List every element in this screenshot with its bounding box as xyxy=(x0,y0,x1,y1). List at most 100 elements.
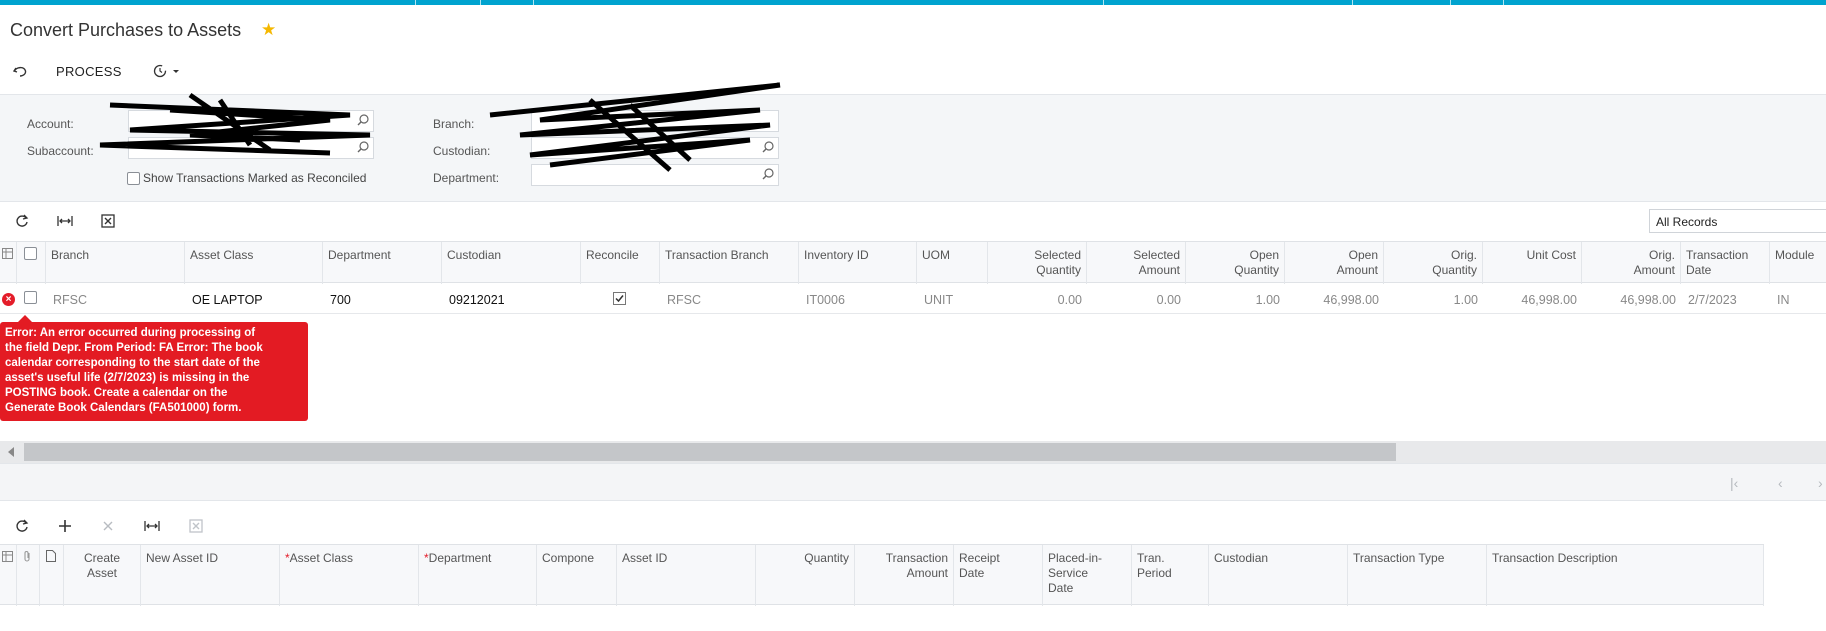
notes-header[interactable] xyxy=(40,545,64,606)
fit-to-screen-icon xyxy=(57,216,73,226)
col-detail-custodian[interactable]: Custodian xyxy=(1209,545,1348,606)
column-settings-icon xyxy=(2,248,13,259)
cell-reconcile[interactable] xyxy=(581,284,660,314)
col-open-amount[interactable]: Open Amount xyxy=(1285,242,1384,284)
col-open-quantity[interactable]: Open Quantity xyxy=(1186,242,1285,284)
cell-orig-quantity[interactable]: 1.00 xyxy=(1384,284,1483,314)
details-fit-columns-button[interactable] xyxy=(141,515,163,537)
col-create-asset-line2: Asset xyxy=(86,566,117,580)
cell-uom[interactable]: UNIT xyxy=(919,284,988,314)
col-unit-cost[interactable]: Unit Cost xyxy=(1483,242,1582,284)
add-row-button[interactable] xyxy=(54,515,76,537)
col-detail-asset-class[interactable]: *Asset Class xyxy=(280,545,419,606)
select-all-checkbox[interactable] xyxy=(24,247,37,260)
undo-icon xyxy=(12,66,27,77)
col-receipt-date[interactable]: Receipt Date xyxy=(954,545,1043,606)
nav-separator xyxy=(480,0,481,5)
col-inventory-id[interactable]: Inventory ID xyxy=(799,242,917,284)
cell-inventory-id[interactable]: IT0006 xyxy=(801,284,917,314)
cell-transaction-date[interactable]: 2/7/2023 xyxy=(1683,284,1770,314)
col-open-amount-line1: Open xyxy=(1348,248,1378,262)
next-page-icon[interactable]: › xyxy=(1818,475,1823,491)
col-transaction-branch[interactable]: Transaction Branch xyxy=(660,242,799,284)
cell-orig-amount[interactable]: 46,998.00 xyxy=(1582,284,1681,314)
col-orig-quantity[interactable]: Orig. Quantity xyxy=(1384,242,1483,284)
col-selected-amount-line1: Selected xyxy=(1133,248,1180,262)
details-row-selector-header[interactable] xyxy=(0,545,17,606)
col-reconcile[interactable]: Reconcile xyxy=(581,242,660,284)
scroll-left-icon[interactable] xyxy=(8,447,14,457)
nav-separator xyxy=(1450,0,1451,5)
col-orig-amount[interactable]: Orig. Amount xyxy=(1582,242,1681,284)
fit-to-screen-icon xyxy=(144,521,160,531)
col-custodian[interactable]: Custodian xyxy=(442,242,581,284)
col-selected-quantity[interactable]: Selected Quantity xyxy=(988,242,1087,284)
checkbox-checked-icon[interactable] xyxy=(613,292,626,305)
fit-columns-button[interactable] xyxy=(54,210,76,232)
cell-selected-amount[interactable]: 0.00 xyxy=(1087,284,1186,314)
grid-toolbar xyxy=(0,207,1826,235)
account-label: Account: xyxy=(27,117,74,131)
delete-row-button[interactable] xyxy=(97,515,119,537)
nav-separator xyxy=(415,0,416,5)
plus-icon xyxy=(59,520,71,532)
previous-page-icon[interactable]: ‹ xyxy=(1778,475,1783,491)
col-department[interactable]: Department xyxy=(323,242,442,284)
col-placed-in-service-date[interactable]: Placed-in- Service Date xyxy=(1043,545,1132,606)
horizontal-scrollbar[interactable] xyxy=(0,441,1826,463)
nav-separator xyxy=(1503,0,1504,5)
col-asset-id[interactable]: Asset ID xyxy=(617,545,756,606)
details-export-excel-button[interactable] xyxy=(185,515,207,537)
first-page-icon[interactable]: |‹ xyxy=(1730,475,1738,491)
col-transaction-description[interactable]: Transaction Description xyxy=(1487,545,1764,606)
refresh-button[interactable] xyxy=(11,210,33,232)
col-selected-amount-line2: Amount xyxy=(1138,263,1180,277)
error-tooltip: Error: An error occurred during processi… xyxy=(0,315,308,421)
col-component[interactable]: Compone xyxy=(537,545,617,606)
error-icon[interactable]: × xyxy=(2,293,15,306)
col-transaction-type[interactable]: Transaction Type xyxy=(1348,545,1487,606)
cell-branch[interactable]: RFSC xyxy=(48,284,185,314)
excel-icon xyxy=(101,214,115,228)
scrollbar-thumb[interactable] xyxy=(24,443,1396,461)
cell-department[interactable]: 700 xyxy=(325,284,442,314)
col-new-asset-id[interactable]: New Asset ID xyxy=(141,545,280,606)
col-detail-department[interactable]: *Department xyxy=(419,545,537,606)
col-transaction-amount[interactable]: Transaction Amount xyxy=(855,545,954,606)
cell-open-quantity[interactable]: 1.00 xyxy=(1186,284,1285,314)
page-title: Convert Purchases to Assets xyxy=(10,20,242,40)
cell-module[interactable]: IN xyxy=(1772,284,1826,314)
col-uom[interactable]: UOM xyxy=(917,242,988,284)
cell-custodian[interactable]: 09212021 xyxy=(444,284,581,314)
col-create-asset[interactable]: Create Asset xyxy=(64,545,141,606)
col-asset-class[interactable]: Asset Class xyxy=(185,242,323,284)
row-select-checkbox[interactable] xyxy=(24,291,37,304)
column-settings-icon xyxy=(2,551,13,562)
col-module[interactable]: Module xyxy=(1770,242,1826,284)
records-filter-dropdown[interactable]: All Records xyxy=(1649,209,1826,233)
col-quantity[interactable]: Quantity xyxy=(756,545,855,606)
col-tran-period[interactable]: Tran. Period xyxy=(1132,545,1209,606)
col-receipt-date-line1: Receipt xyxy=(959,551,1000,565)
table-row[interactable]: RFSC OE LAPTOP 700 09212021 RFSC IT0006 … xyxy=(0,284,1826,314)
details-refresh-button[interactable] xyxy=(11,515,33,537)
attachments-header[interactable] xyxy=(17,545,40,606)
cell-open-amount[interactable]: 46,998.00 xyxy=(1285,284,1384,314)
col-open-amount-line2: Amount xyxy=(1336,263,1378,277)
cell-unit-cost[interactable]: 46,998.00 xyxy=(1483,284,1582,314)
export-excel-button[interactable] xyxy=(97,210,119,232)
row-select-cell[interactable] xyxy=(17,284,46,314)
favorite-star-icon[interactable]: ★ xyxy=(261,20,276,40)
select-all-header[interactable] xyxy=(17,242,46,284)
row-selector-header[interactable] xyxy=(0,242,17,284)
col-transaction-amount-line1: Transaction xyxy=(885,551,948,565)
col-branch[interactable]: Branch xyxy=(46,242,185,284)
cell-asset-class[interactable]: OE LAPTOP xyxy=(187,284,323,314)
cell-selected-quantity[interactable]: 0.00 xyxy=(988,284,1087,314)
col-selected-quantity-line1: Selected xyxy=(1034,248,1081,262)
error-line: Error: An error occurred during processi… xyxy=(5,327,256,339)
undo-button[interactable] xyxy=(12,56,34,86)
cell-transaction-branch[interactable]: RFSC xyxy=(662,284,799,314)
col-selected-amount[interactable]: Selected Amount xyxy=(1087,242,1186,284)
col-transaction-date[interactable]: Transaction Date xyxy=(1681,242,1770,284)
